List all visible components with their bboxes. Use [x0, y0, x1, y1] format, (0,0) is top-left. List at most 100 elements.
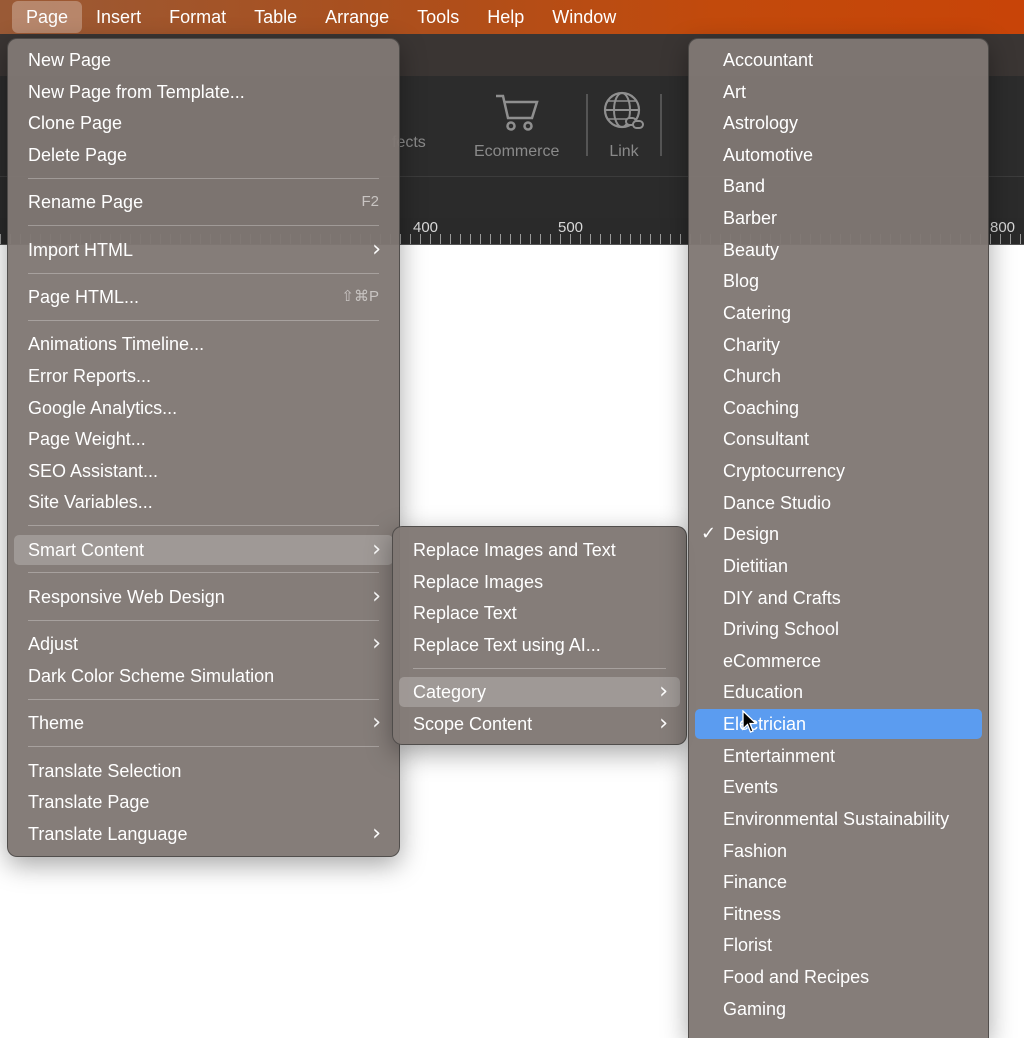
menu-item-category-dietitian[interactable]: Dietitian [695, 551, 982, 581]
menu-item-label: Translate Language [28, 824, 188, 844]
menu-item-category-environmental-sustainability[interactable]: Environmental Sustainability [695, 804, 982, 834]
menu-separator [28, 572, 379, 573]
menu-item-label: Google Analytics... [28, 398, 178, 418]
chevron-right-icon: › [372, 631, 381, 656]
menu-item-category-blog[interactable]: Blog [695, 266, 982, 296]
menu-item-replace-text-using-ai[interactable]: Replace Text using AI... [399, 630, 680, 660]
menu-item-category-driving-school[interactable]: Driving School [695, 614, 982, 644]
menu-item-label: Page HTML... [28, 287, 140, 307]
menu-item-error-reports[interactable]: Error Reports... [14, 361, 393, 391]
chevron-right-icon: › [659, 711, 668, 736]
menu-item-category-automotive[interactable]: Automotive [695, 140, 982, 170]
menu-item-label: Florist [723, 935, 772, 956]
menu-item-translate-language[interactable]: Translate Language › [14, 819, 393, 849]
menu-item-replace-text[interactable]: Replace Text [399, 598, 680, 628]
menu-item-category-astrology[interactable]: Astrology [695, 108, 982, 138]
menu-tools[interactable]: Tools [403, 1, 473, 33]
menu-item-category[interactable]: Category › [399, 677, 680, 707]
menu-item-adjust[interactable]: Adjust › [14, 629, 393, 659]
menu-separator [28, 178, 379, 179]
tool-link-label: Link [609, 143, 639, 160]
tool-ecommerce[interactable]: Ecommerce [474, 90, 559, 161]
menu-item-page-html[interactable]: Page HTML... ⇧⌘P [14, 282, 393, 312]
menu-item-label: Barber [723, 208, 778, 229]
menu-item-label: Blog [723, 271, 760, 292]
smart-content-submenu: Replace Images and Text Replace Images R… [392, 526, 687, 745]
menu-item-clone-page[interactable]: Clone Page [14, 108, 393, 138]
chevron-right-icon: › [659, 679, 668, 704]
menu-item-label: Driving School [723, 619, 840, 640]
menu-item-category-finance[interactable]: Finance [695, 867, 982, 897]
menu-item-google-analytics[interactable]: Google Analytics... [14, 393, 393, 423]
checkmark-icon: ✓ [701, 523, 717, 545]
menu-item-translate-page[interactable]: Translate Page [14, 787, 393, 817]
menu-item-rename-page[interactable]: Rename Page F2 [14, 187, 393, 217]
menu-item-category-ecommerce[interactable]: eCommerce [695, 646, 982, 676]
menu-item-category-florist[interactable]: Florist [695, 930, 982, 960]
menu-item-category-design[interactable]: ✓ Design [695, 519, 982, 549]
tool-link[interactable]: Link [600, 90, 648, 161]
menu-item-category-art[interactable]: Art [695, 77, 982, 107]
menu-item-category-gaming[interactable]: Gaming [695, 994, 982, 1024]
menu-arrange[interactable]: Arrange [311, 1, 403, 33]
menu-format[interactable]: Format [155, 1, 240, 33]
menu-item-label: New Page [28, 50, 112, 70]
menu-item-new-page-from-template[interactable]: New Page from Template... [14, 77, 393, 107]
menu-item-responsive-web-design[interactable]: Responsive Web Design › [14, 582, 393, 612]
chevron-right-icon: › [372, 237, 381, 262]
menu-separator [28, 320, 379, 321]
menu-item-label: Dance Studio [723, 492, 832, 513]
menu-item-label: Events [723, 777, 779, 798]
menu-item-category-band[interactable]: Band [695, 171, 982, 201]
menu-item-category-electrician[interactable]: Electrician [695, 709, 982, 740]
menu-window[interactable]: Window [538, 1, 630, 33]
menu-item-label: New Page from Template... [28, 82, 245, 102]
menu-page[interactable]: Page [12, 1, 83, 33]
menu-item-category-consultant[interactable]: Consultant [695, 424, 982, 454]
menu-item-delete-page[interactable]: Delete Page [14, 140, 393, 170]
menu-item-category-charity[interactable]: Charity [695, 330, 982, 360]
menu-item-translate-selection[interactable]: Translate Selection [14, 756, 393, 786]
menu-item-category-diy-and-crafts[interactable]: DIY and Crafts [695, 583, 982, 613]
menu-item-category-barber[interactable]: Barber [695, 203, 982, 233]
menu-item-category-fashion[interactable]: Fashion [695, 836, 982, 866]
mouse-cursor-icon [742, 710, 758, 733]
menu-item-category-events[interactable]: Events [695, 772, 982, 802]
menu-item-theme[interactable]: Theme › [14, 708, 393, 738]
menu-item-label: Food and Recipes [723, 966, 870, 987]
menu-item-category-dance-studio[interactable]: Dance Studio [695, 488, 982, 518]
menu-item-category-cryptocurrency[interactable]: Cryptocurrency [695, 456, 982, 486]
menu-item-site-variables[interactable]: Site Variables... [14, 487, 393, 517]
menu-item-label: Fitness [723, 903, 782, 924]
menu-item-replace-images-and-text[interactable]: Replace Images and Text [399, 535, 680, 565]
menu-separator [28, 525, 379, 526]
menu-item-label: Delete Page [28, 145, 128, 165]
menu-insert[interactable]: Insert [82, 1, 155, 33]
menu-item-seo-assistant[interactable]: SEO Assistant... [14, 456, 393, 486]
menu-item-scope-content[interactable]: Scope Content › [399, 709, 680, 739]
menu-help[interactable]: Help [473, 1, 538, 33]
menu-item-label: Catering [723, 302, 792, 323]
menu-item-new-page[interactable]: New Page [14, 45, 393, 75]
menu-item-category-coaching[interactable]: Coaching [695, 393, 982, 423]
menu-item-label: Beauty [723, 239, 780, 260]
menu-item-label: Band [723, 176, 766, 197]
menu-item-import-html[interactable]: Import HTML › [14, 235, 393, 265]
menu-item-category-accountant[interactable]: Accountant [695, 45, 982, 75]
menu-item-label: Accountant [723, 50, 814, 70]
menu-item-page-weight[interactable]: Page Weight... [14, 424, 393, 454]
menu-item-category-catering[interactable]: Catering [695, 298, 982, 328]
menu-item-category-fitness[interactable]: Fitness [695, 899, 982, 929]
menu-item-category-education[interactable]: Education [695, 677, 982, 707]
menu-item-category-entertainment[interactable]: Entertainment [695, 741, 982, 771]
menu-item-label: Import HTML [28, 240, 134, 260]
menu-table[interactable]: Table [240, 1, 311, 33]
menu-item-category-beauty[interactable]: Beauty [695, 235, 982, 265]
menu-item-category-church[interactable]: Church [695, 361, 982, 391]
menu-item-replace-images[interactable]: Replace Images [399, 567, 680, 597]
menu-item-animations-timeline[interactable]: Animations Timeline... [14, 329, 393, 359]
menu-item-smart-content[interactable]: Smart Content › [14, 535, 393, 565]
chevron-right-icon: › [372, 537, 381, 562]
menu-item-category-food-and-recipes[interactable]: Food and Recipes [695, 962, 982, 992]
menu-item-dark-color-scheme-simulation[interactable]: Dark Color Scheme Simulation [14, 661, 393, 691]
